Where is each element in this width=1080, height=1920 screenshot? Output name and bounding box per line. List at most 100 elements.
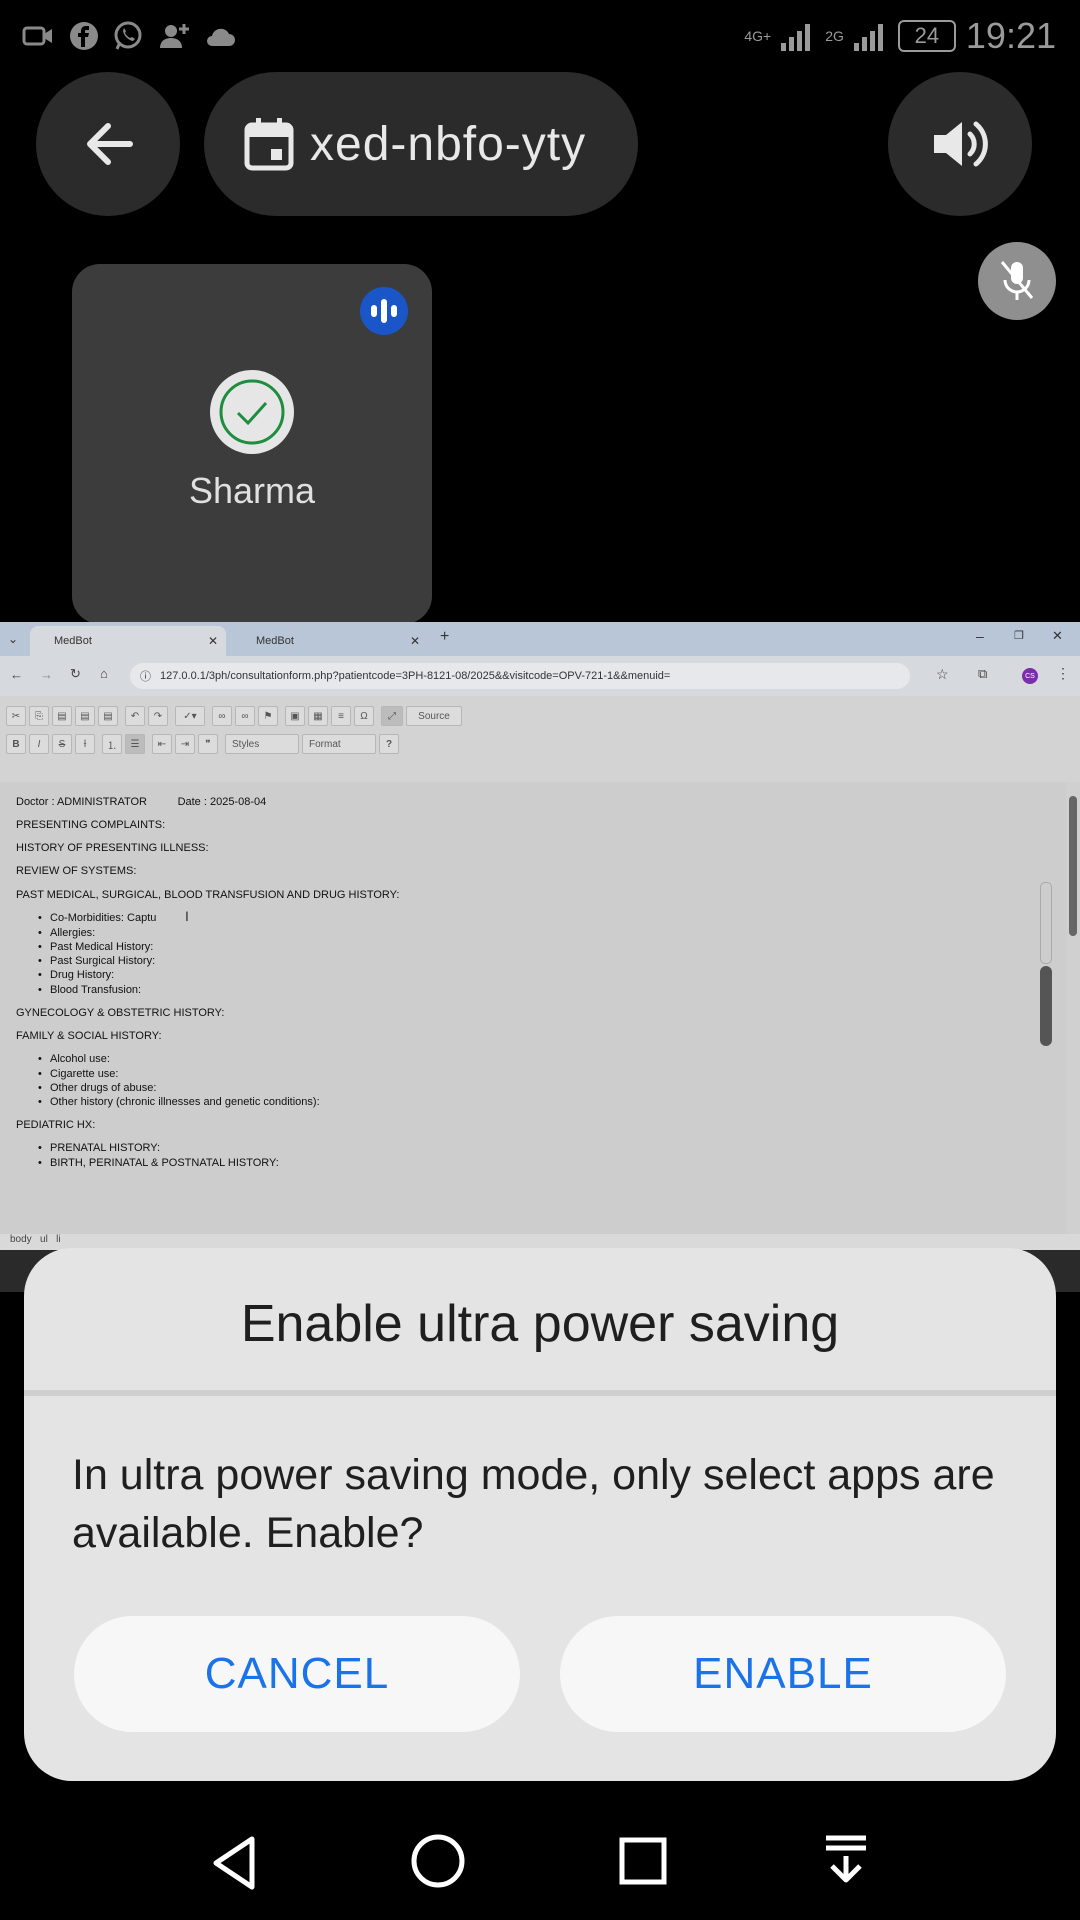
special-char-icon[interactable]: Ω [354, 706, 374, 726]
check-circle-icon [219, 379, 285, 445]
new-tab-button[interactable]: + [440, 628, 449, 646]
help-icon[interactable]: ? [379, 734, 399, 754]
list-item: Drug History: [38, 969, 114, 981]
list-item: Other history (chronic illnesses and gen… [38, 1096, 320, 1108]
whatsapp-icon [114, 21, 142, 50]
minimize-button[interactable]: – [976, 628, 984, 644]
maximize-icon[interactable]: ⤢ [381, 706, 403, 726]
nav-back-icon[interactable] [206, 1833, 266, 1893]
battery-indicator: 24 [897, 20, 956, 52]
dialog-message: In ultra power saving mode, only select … [72, 1451, 995, 1557]
section-heading: PRESENTING COMPLAINTS: [16, 819, 166, 831]
address-bar: ← → ↻ ⌂ ⓘ 127.0.0.1/3ph/consultationform… [0, 656, 1080, 696]
numbered-list-icon[interactable]: ⒈ [102, 734, 122, 754]
indent-icon[interactable]: ⇥ [175, 734, 195, 754]
list-item: Alcohol use: [38, 1053, 110, 1065]
avatar [210, 370, 294, 454]
audio-levels-icon [371, 299, 397, 323]
tab-search-icon[interactable]: ⌄ [8, 632, 18, 646]
tab-medbot-active[interactable]: MedBot ✕ [30, 626, 226, 656]
meeting-code-chip[interactable]: xed-nbfo-yty [204, 72, 638, 216]
reload-icon[interactable]: ↻ [70, 666, 81, 682]
bulleted-list-icon[interactable]: ☰ [125, 734, 145, 754]
anchor-flag-icon[interactable]: ⚑ [258, 706, 278, 726]
format-label: Format [309, 738, 341, 750]
facebook-icon [70, 22, 98, 50]
participant-tile[interactable]: Sharma [72, 264, 432, 624]
strike-button[interactable]: S [52, 734, 72, 754]
arrow-back-icon [87, 123, 133, 165]
source-button[interactable]: Source [406, 706, 462, 726]
paste-word-icon[interactable]: ▤ [98, 706, 118, 726]
status-bar: 4G+ 2G 24 19:21 [0, 0, 1080, 70]
close-icon[interactable]: ✕ [208, 634, 218, 648]
section-heading: PEDIATRIC HX: [16, 1119, 96, 1131]
paste-text-icon[interactable]: ▤ [75, 706, 95, 726]
list-item: Other drugs of abuse: [38, 1082, 156, 1094]
mic-off-icon [1000, 261, 1034, 300]
unlink-icon[interactable]: ∞ [235, 706, 255, 726]
outdent-icon[interactable]: ⇤ [152, 734, 172, 754]
close-window-button[interactable]: ✕ [1052, 628, 1063, 644]
site-info-icon[interactable]: ⓘ [140, 668, 151, 684]
speaker-button[interactable] [888, 72, 1032, 216]
page-scrollbar[interactable] [1066, 782, 1080, 1258]
signal-strength-icon-2 [853, 24, 883, 51]
nav-notification-pull-icon[interactable] [822, 1834, 870, 1886]
section-heading: HISTORY OF PRESENTING ILLNESS: [16, 842, 209, 854]
participant-name: Sharma [188, 470, 316, 511]
remove-format-icon[interactable]: Ɨ [75, 734, 95, 754]
format-dropdown[interactable]: Format [302, 734, 376, 754]
restore-button[interactable]: ❐ [1014, 629, 1024, 642]
bold-button[interactable]: B [6, 734, 26, 754]
image-icon[interactable]: ▣ [285, 706, 305, 726]
tab-label: MedBot [54, 635, 92, 647]
rich-text-editor[interactable]: Doctor : ADMINISTRATOR Date : 2025-08-04… [0, 782, 1066, 1258]
cancel-button[interactable]: CANCEL [74, 1616, 520, 1732]
table-icon[interactable]: ▦ [308, 706, 328, 726]
dialog-divider [24, 1390, 1056, 1396]
horizontal-line-icon[interactable]: ≡ [331, 706, 351, 726]
inner-scroll-thumb[interactable] [1040, 966, 1052, 1046]
close-icon[interactable]: ✕ [410, 634, 420, 648]
undo-icon[interactable]: ↶ [125, 706, 145, 726]
back-button[interactable] [36, 72, 180, 216]
blockquote-icon[interactable]: ❞ [198, 734, 218, 754]
forward-arrow-icon[interactable]: → [40, 667, 53, 682]
network-type-label-2: 2G [825, 28, 844, 44]
section-heading: PAST MEDICAL, SURGICAL, BLOOD TRANSFUSIO… [16, 889, 400, 901]
copy-icon[interactable]: ⎘ [29, 706, 49, 726]
profile-avatar[interactable]: CS [1022, 668, 1038, 684]
bookmark-star-icon[interactable]: ☆ [936, 666, 949, 683]
doctor-date-line: Doctor : ADMINISTRATOR Date : 2025-08-04 [16, 796, 267, 808]
tab-bar: ⌄ MedBot ✕ MedBot ✕ + – ❐ ✕ [0, 622, 1080, 656]
nav-recents-icon[interactable] [618, 1836, 668, 1886]
nav-home-icon[interactable] [410, 1833, 466, 1889]
styles-dropdown[interactable]: Styles [225, 734, 299, 754]
url-field[interactable]: ⓘ 127.0.0.1/3ph/consultationform.php?pat… [130, 663, 910, 689]
tab-medbot[interactable]: MedBot ✕ [232, 626, 428, 656]
extensions-icon[interactable]: ⧉ [978, 666, 987, 682]
scroll-thumb[interactable] [1069, 796, 1077, 936]
italic-button[interactable]: I [29, 734, 49, 754]
mic-muted-button[interactable] [978, 242, 1056, 320]
shared-browser-window: ⌄ MedBot ✕ MedBot ✕ + – ❐ ✕ ← → ↻ ⌂ ⓘ 12… [0, 622, 1080, 1292]
back-arrow-icon[interactable]: ← [10, 667, 23, 682]
power-saving-dialog: Enable ultra power saving In ultra power… [24, 1248, 1056, 1781]
menu-kebab-icon[interactable]: ⋮ [1056, 665, 1070, 682]
cut-icon[interactable]: ✂ [6, 706, 26, 726]
redo-icon[interactable]: ↷ [148, 706, 168, 726]
link-icon[interactable]: ∞ [212, 706, 232, 726]
inner-scroll-track [1040, 882, 1052, 964]
home-icon[interactable]: ⌂ [100, 666, 108, 681]
spellcheck-icon[interactable]: ✓▾ [175, 706, 205, 726]
paste-icon[interactable]: ▤ [52, 706, 72, 726]
styles-label: Styles [232, 738, 260, 750]
list-item: Allergies: [38, 927, 95, 939]
cloud-icon [207, 28, 235, 46]
enable-button[interactable]: ENABLE [560, 1616, 1006, 1732]
status-right-group: 4G+ 2G 24 19:21 [744, 14, 1056, 58]
navigation-bar [0, 1800, 1080, 1920]
list-item: Blood Transfusion: [38, 984, 141, 996]
source-label: Source [418, 710, 450, 722]
